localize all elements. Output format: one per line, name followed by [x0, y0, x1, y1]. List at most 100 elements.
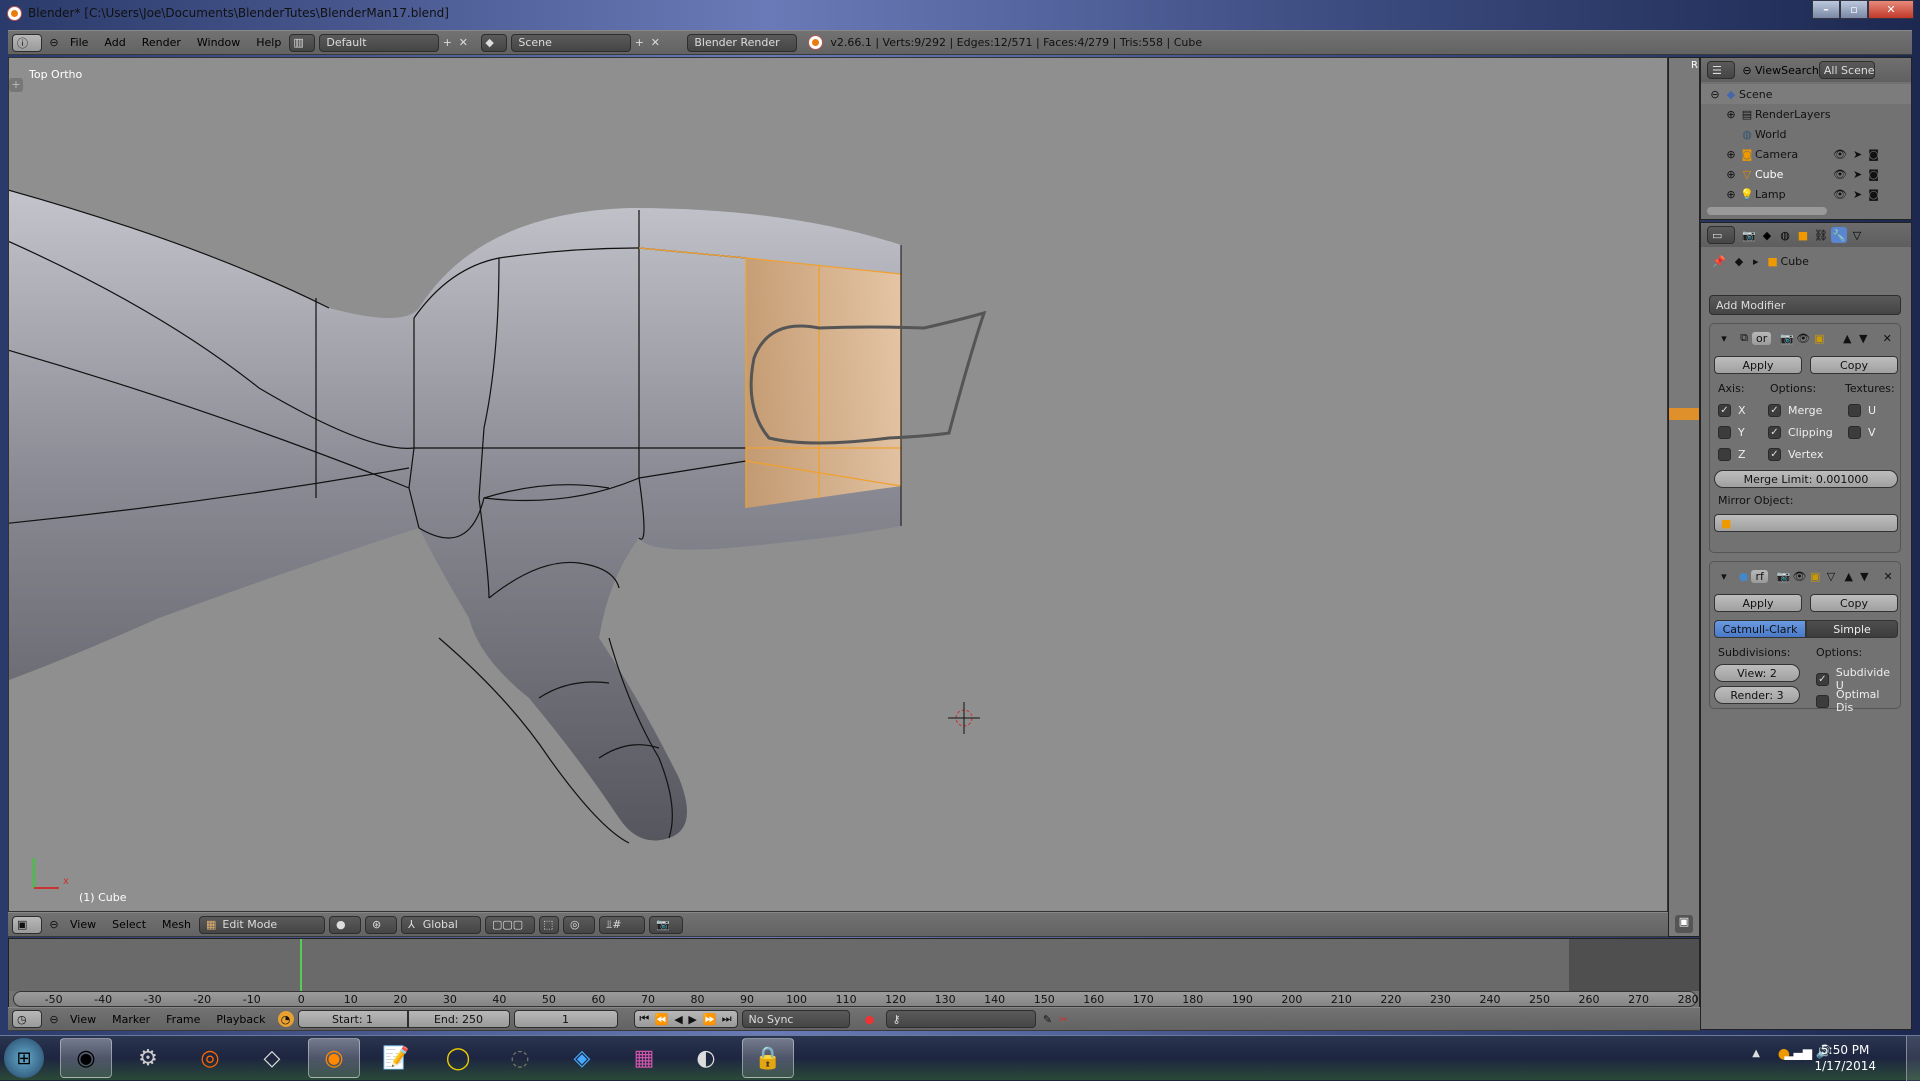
editor-type-button[interactable]: ▭ — [1707, 226, 1735, 244]
merge-checkbox[interactable]: ✓ Merge — [1768, 404, 1822, 417]
start-button[interactable]: ⊞ — [4, 1038, 44, 1078]
render-buttons[interactable]: 📷 — [649, 915, 684, 934]
record-icon[interactable]: ● — [862, 1011, 878, 1027]
texture-v-checkbox[interactable]: V — [1848, 426, 1876, 439]
menu-select[interactable]: Select — [104, 918, 154, 931]
selectable-cursor-icon[interactable]: ➤ — [1853, 168, 1862, 181]
mode-dropdown[interactable]: ▦ Edit Mode — [199, 915, 326, 934]
collapse-menu-icon[interactable]: ⊖ — [46, 917, 62, 933]
selectable-cursor-icon[interactable]: ➤ — [1853, 188, 1862, 201]
frame-ruler[interactable]: -50 -40 -30 -20 -10 0 10 20 30 40 50 60 70 80 90 100 110… — [13, 991, 1699, 1007]
expand-icon[interactable]: ⊕ — [1723, 106, 1739, 122]
render-engine-dropdown[interactable]: Blender Render — [687, 33, 798, 52]
render-levels-field[interactable]: Render: 3 — [1714, 686, 1800, 704]
add-scene-icon[interactable]: + — [631, 35, 647, 51]
renderable-camera-icon[interactable]: ◙ — [1868, 168, 1879, 181]
axis-x-checkbox[interactable]: ✓ X — [1718, 404, 1746, 417]
constraints-tab-icon[interactable]: ⛓ — [1813, 227, 1829, 243]
render-toggle-icon[interactable]: 📷 — [1779, 330, 1795, 346]
copy-button[interactable]: Copy — [1810, 594, 1898, 612]
start-frame-field[interactable]: Start: 1 — [297, 1010, 408, 1028]
menu-search[interactable]: Search — [1781, 64, 1819, 77]
selectable-cursor-icon[interactable]: ➤ — [1853, 148, 1862, 161]
optimal-display-checkbox[interactable]: Optimal Dis — [1816, 688, 1900, 714]
current-frame-line[interactable] — [300, 939, 303, 991]
visibility-eye-icon[interactable]: 👁 — [1833, 168, 1847, 181]
prev-keyframe-icon[interactable]: ⏪ — [655, 1013, 669, 1026]
expand-icon[interactable]: ⊕ — [1723, 186, 1739, 202]
editmode-toggle-icon[interactable]: ▣ — [1811, 330, 1827, 346]
remove-modifier-icon[interactable]: ✕ — [1880, 568, 1896, 584]
visibility-eye-icon[interactable]: 👁 — [1833, 188, 1847, 201]
clipping-checkbox[interactable]: ✓ Clipping — [1768, 426, 1833, 439]
network-signal-icon[interactable]: ▂▄▆ — [1784, 1046, 1812, 1060]
snap-dropdown[interactable]: ⫫# — [599, 915, 646, 934]
expand-icon[interactable]: ⊕ — [1723, 166, 1739, 182]
show-desktop-button[interactable] — [1906, 1036, 1920, 1081]
menu-view[interactable]: View — [62, 918, 104, 931]
scene-icon[interactable]: ◆ — [481, 33, 508, 52]
taskbar-network-admin[interactable]: ◐ — [680, 1038, 732, 1078]
editmode-toggle-icon[interactable]: ▣ — [1807, 568, 1823, 584]
screen-layout-icon[interactable]: ▥ — [289, 33, 316, 52]
menu-mesh[interactable]: Mesh — [154, 918, 199, 931]
delete-scene-icon[interactable]: ✕ — [647, 35, 663, 51]
pivot-dropdown[interactable]: ⊛ — [365, 915, 398, 934]
3d-cursor-icon[interactable] — [948, 702, 980, 734]
play-icon[interactable]: ▶ — [688, 1013, 696, 1026]
add-layout-icon[interactable]: + — [439, 35, 455, 51]
next-keyframe-icon[interactable]: ⏩ — [702, 1013, 716, 1026]
scene-field[interactable]: Scene — [511, 33, 632, 52]
taskbar-blender[interactable]: ◉ — [308, 1038, 360, 1078]
view-levels-field[interactable]: View: 2 — [1714, 664, 1800, 682]
limit-selection-icon[interactable]: ⬚ — [539, 915, 560, 934]
outliner-item-world[interactable]: ◍ World — [1701, 124, 1911, 144]
maximize-button[interactable]: ▫ — [1840, 0, 1868, 19]
keying-set-field[interactable]: ⚷ — [885, 1010, 1036, 1028]
copy-button[interactable]: Copy — [1810, 356, 1898, 374]
layout-field[interactable]: Default — [319, 33, 440, 52]
jump-end-icon[interactable]: ⏭ — [722, 1012, 732, 1026]
taskbar-unity[interactable]: ◇ — [246, 1038, 298, 1078]
modifier-name-field[interactable]: or — [1752, 331, 1772, 345]
outliner-item-scene[interactable]: ⊖ ◆ Scene — [1701, 84, 1911, 104]
data-tab-icon[interactable]: ▽ — [1849, 227, 1865, 243]
sync-dropdown[interactable]: No Sync — [741, 1010, 850, 1028]
collapse-menu-icon[interactable]: ⊖ — [46, 35, 62, 51]
current-frame-field[interactable]: 1 — [513, 1010, 618, 1028]
taskbar-origin[interactable]: ◎ — [184, 1038, 236, 1078]
remove-modifier-icon[interactable]: ✕ — [1879, 330, 1895, 346]
render-tab-icon[interactable]: 📷 — [1741, 227, 1757, 243]
properties-editor[interactable]: ▭ 📷 ◆ ◍ ■ ⛓ 🔧 ▽ 📌 ◆ ▸ ■ Cube Add Modifier ▾ … — [1700, 222, 1912, 1030]
cage-toggle-icon[interactable]: ▽ — [1823, 568, 1839, 584]
3d-viewport[interactable]: Top Ortho x (1) Cube + — [8, 57, 1668, 912]
menu-render[interactable]: Render — [134, 36, 189, 49]
delete-layout-icon[interactable]: ✕ — [455, 35, 471, 51]
playback-controls[interactable]: ⏮ ⏪ ◀ ▶ ⏩ ⏭ — [633, 1010, 738, 1028]
right-ortho-viewport[interactable]: Ri — [1668, 57, 1700, 937]
world-tab-icon[interactable]: ◍ — [1777, 227, 1793, 243]
jump-start-icon[interactable]: ⏮ — [639, 1012, 649, 1026]
menu-view[interactable]: View — [62, 1013, 104, 1026]
timeline-area[interactable] — [9, 939, 1699, 991]
select-mode-buttons[interactable]: ▢▢▢ — [485, 915, 536, 934]
menu-marker[interactable]: Marker — [104, 1013, 158, 1026]
menu-add[interactable]: Add — [96, 36, 133, 49]
taskbar-ring-app[interactable]: ◯ — [432, 1038, 484, 1078]
menu-playback[interactable]: Playback — [208, 1013, 273, 1026]
simple-toggle[interactable]: Simple — [1806, 620, 1898, 638]
system-clock[interactable]: 5:50 PM 1/17/2014 — [1814, 1042, 1876, 1074]
modifiers-tab-icon[interactable]: 🔧 — [1831, 227, 1847, 243]
editor-type-button[interactable]: ☰ — [1707, 61, 1735, 79]
add-modifier-dropdown[interactable]: Add Modifier — [1709, 295, 1901, 315]
axis-y-checkbox[interactable]: Y — [1718, 426, 1745, 439]
taskbar-keepass[interactable]: 🔒 — [742, 1038, 794, 1078]
move-down-icon[interactable]: ▼ — [1857, 568, 1873, 584]
vertex-checkbox[interactable]: ✓ Vertex — [1768, 448, 1823, 461]
outliner-item-renderlayers[interactable]: ⊕ ▤ RenderLayers — [1701, 104, 1911, 124]
tool-shelf-toggle-icon[interactable]: + — [9, 78, 23, 92]
texture-u-checkbox[interactable]: U — [1848, 404, 1876, 417]
move-down-icon[interactable]: ▼ — [1855, 330, 1871, 346]
merge-limit-field[interactable]: Merge Limit: 0.001000 — [1714, 470, 1898, 488]
preview-range-icon[interactable]: ◔ — [277, 1011, 294, 1027]
